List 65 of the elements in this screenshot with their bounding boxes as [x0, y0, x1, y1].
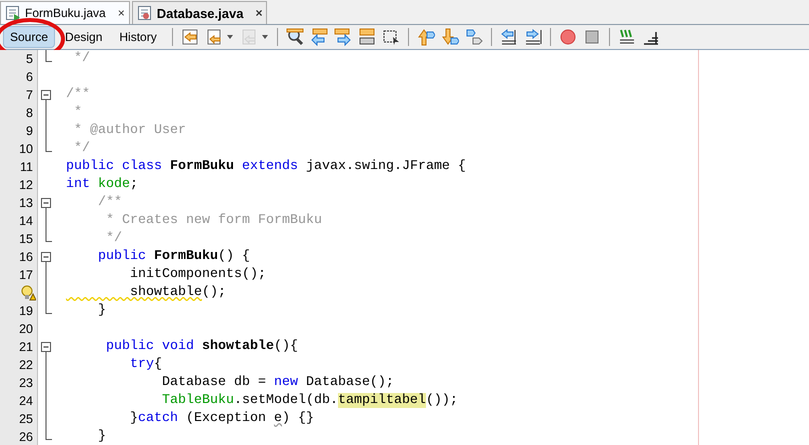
line-number: 26 — [19, 429, 33, 445]
code-line: */ — [72, 140, 90, 158]
fold-toggle-icon[interactable] — [41, 90, 51, 104]
code-line: public class FormBuku extends javax.swing.JFrame { — [65, 158, 466, 176]
code-line: } — [96, 302, 106, 320]
line-number: 16 — [19, 249, 33, 266]
fold-toggle-icon[interactable] — [41, 252, 51, 266]
line-number: 13 — [19, 195, 33, 212]
line-number: 22 — [19, 357, 33, 374]
line-number: 20 — [19, 321, 33, 338]
code-line: */ — [72, 50, 90, 68]
line-number: 5 — [26, 51, 33, 68]
tab-label: FormBuku.java — [25, 6, 106, 20]
code-line: try{ — [128, 356, 162, 374]
fold-toggle-icon[interactable] — [41, 342, 51, 356]
line-number: 9 — [26, 123, 33, 140]
warning-bulb-icon[interactable] — [20, 285, 36, 301]
java-file-icon — [5, 5, 21, 21]
code-line: }catch (Exception e) {} — [128, 410, 314, 428]
dropdown-arrow-icon[interactable] — [226, 33, 234, 41]
line-number: 12 — [19, 177, 33, 194]
code-line: public FormBuku() { — [96, 248, 250, 266]
code-line: */ — [104, 230, 122, 248]
view-tab[interactable]: Design — [58, 26, 110, 48]
code-line: showtable(); — [128, 284, 226, 302]
code-line: initComponents(); — [128, 266, 266, 284]
fold-end-line — [45, 50, 52, 62]
java-file-icon — [136, 5, 153, 21]
view-tab[interactable]: Source — [3, 26, 56, 48]
toolbar-find-icon[interactable] — [284, 27, 306, 47]
code-line: } — [96, 428, 106, 445]
line-number: 11 — [20, 159, 33, 176]
code-line: * — [72, 104, 82, 122]
close-icon[interactable]: × — [118, 6, 125, 20]
close-icon[interactable]: × — [255, 6, 262, 20]
code-line: /** — [65, 86, 90, 104]
fold-line — [45, 212, 47, 230]
line-number: 15 — [19, 231, 33, 248]
line-number: 24 — [19, 393, 33, 410]
code-line: * Creates new form FormBuku — [104, 212, 322, 230]
editor-tab[interactable]: FormBuku.java × — [0, 1, 130, 24]
tab-label: Database.java — [156, 6, 244, 20]
fold-end-line — [45, 302, 52, 314]
fold-end-line — [45, 230, 52, 242]
code-line: TableBuku.setModel(db.tampiltabel()); — [160, 392, 458, 410]
view-tab[interactable]: History — [112, 26, 164, 48]
code-line: /** — [96, 194, 122, 212]
line-number: 19 — [19, 303, 33, 320]
line-number: 25 — [19, 411, 33, 428]
code-line: public void showtable(){ — [104, 338, 298, 356]
code-line: * @author User — [72, 122, 186, 140]
line-number: 14 — [19, 213, 33, 230]
line-number: 7 — [26, 87, 33, 104]
code-line: Database db = new Database(); — [160, 374, 394, 392]
line-number: 6 — [26, 69, 33, 86]
line-number: 23 — [19, 375, 33, 392]
fold-toggle-icon[interactable] — [41, 198, 51, 212]
line-number: 10 — [19, 141, 33, 158]
fold-end-line — [45, 140, 52, 152]
editor-tab[interactable]: Database.java × — [132, 1, 268, 24]
line-number: 17 — [19, 267, 33, 284]
code-line: int kode; — [65, 176, 138, 194]
line-number: 8 — [26, 105, 33, 122]
fold-end-line — [45, 428, 52, 440]
line-number: 21 — [19, 339, 33, 356]
